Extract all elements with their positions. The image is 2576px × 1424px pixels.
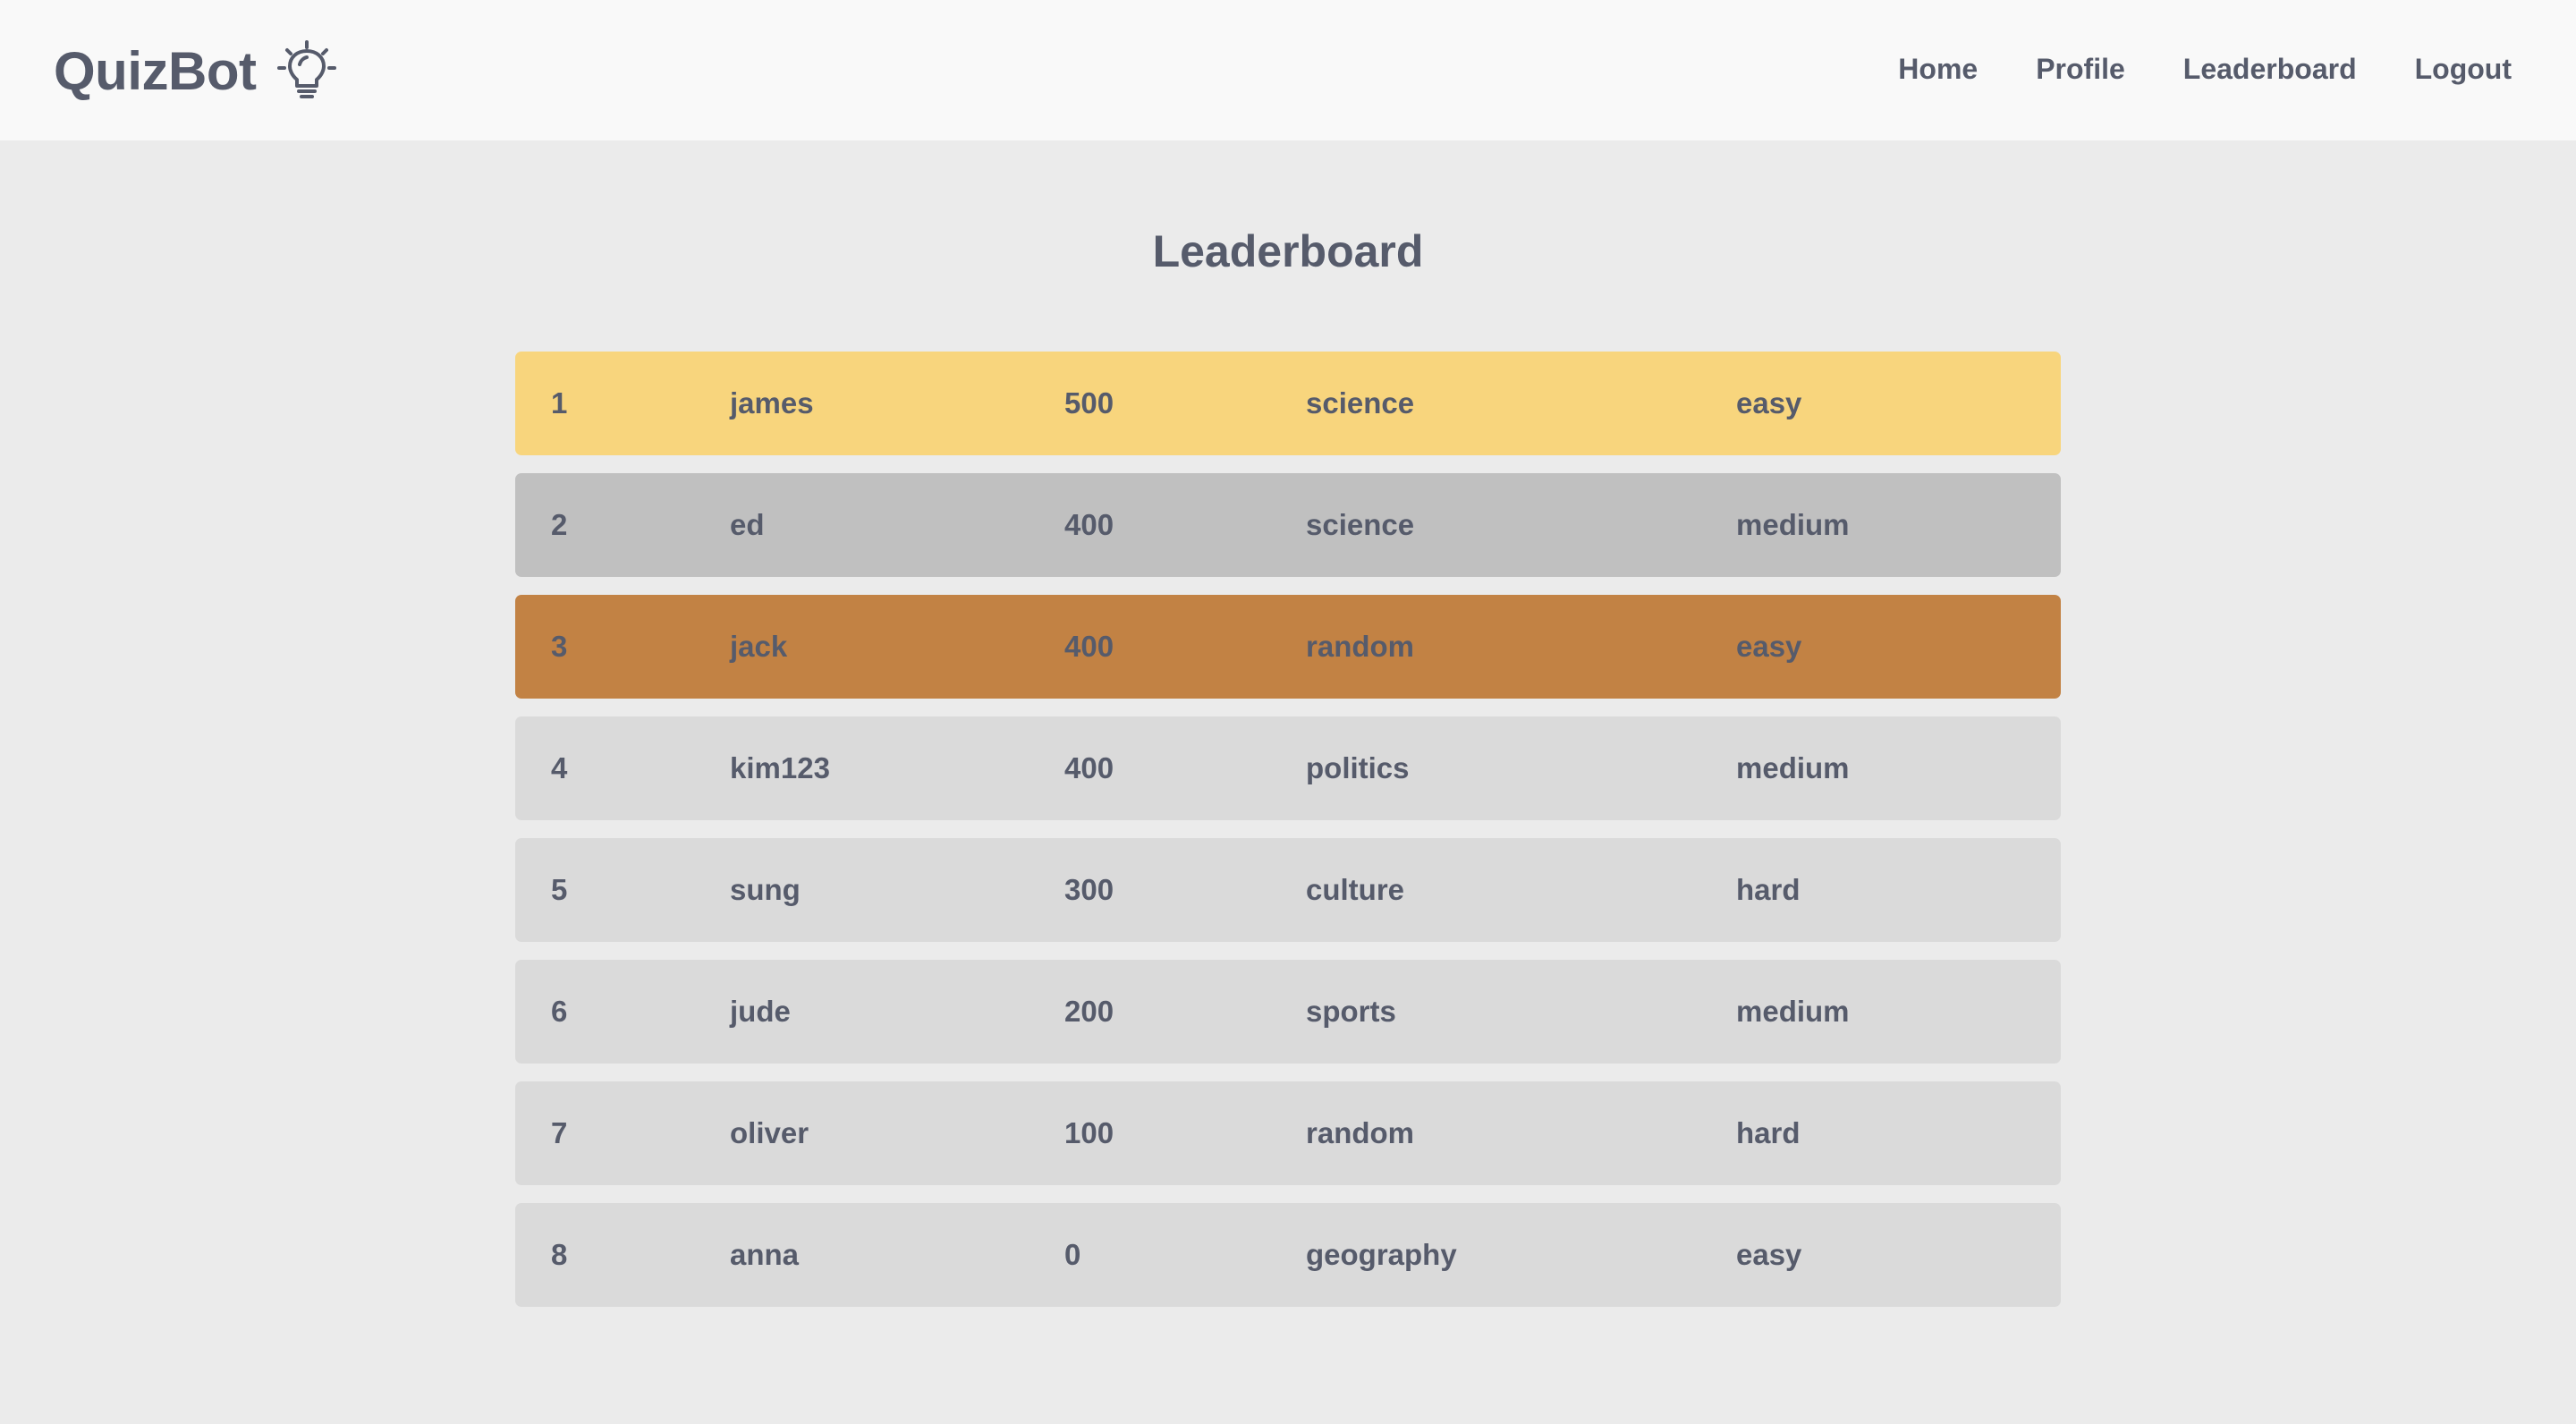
leaderboard-row: 1 james 500 science easy	[515, 352, 2061, 455]
difficulty-cell: easy	[1736, 1238, 1802, 1271]
rank-cell: 4	[551, 751, 568, 784]
leaderboard-row: 8 anna 0 geography easy	[515, 1203, 2061, 1307]
score-cell: 500	[1064, 386, 1114, 420]
difficulty-cell: medium	[1736, 508, 1850, 541]
username-cell: sung	[730, 873, 801, 906]
category-cell: random	[1306, 630, 1415, 663]
rank-cell: 6	[551, 995, 568, 1028]
nav-link-home[interactable]: Home	[1898, 53, 1978, 86]
leaderboard-table: 1 james 500 science easy 2 ed 400 scienc…	[515, 352, 2061, 1325]
category-cell: culture	[1306, 873, 1405, 906]
difficulty-cell: hard	[1736, 1116, 1801, 1149]
username-cell: oliver	[730, 1116, 809, 1149]
page-title: Leaderboard	[1152, 226, 1424, 276]
rank-cell: 5	[551, 873, 568, 906]
rank-cell: 3	[551, 630, 568, 663]
navbar: QuizBot Home Profile Leaderboard Logout	[0, 0, 2576, 140]
category-cell: geography	[1306, 1238, 1457, 1271]
brand-logo[interactable]: QuizBot	[54, 36, 338, 106]
category-cell: random	[1306, 1116, 1415, 1149]
category-cell: sports	[1306, 995, 1396, 1028]
category-cell: science	[1306, 386, 1415, 420]
nav-link-leaderboard[interactable]: Leaderboard	[2183, 53, 2357, 86]
rank-cell: 8	[551, 1238, 568, 1271]
difficulty-cell: hard	[1736, 873, 1801, 906]
score-cell: 400	[1064, 508, 1114, 541]
score-cell: 400	[1064, 751, 1114, 784]
rank-cell: 1	[551, 386, 568, 420]
rank-cell: 2	[551, 508, 568, 541]
username-cell: james	[730, 386, 814, 420]
username-cell: ed	[730, 508, 765, 541]
leaderboard-row: 2 ed 400 science medium	[515, 473, 2061, 577]
leaderboard-row: 4 kim123 400 politics medium	[515, 716, 2061, 820]
nav-links: Home Profile Leaderboard Logout	[1898, 47, 2512, 91]
username-cell: anna	[730, 1238, 800, 1271]
username-cell: kim123	[730, 751, 830, 784]
lightbulb-icon	[275, 39, 338, 102]
score-cell: 400	[1064, 630, 1114, 663]
difficulty-cell: easy	[1736, 386, 1802, 420]
leaderboard-row: 5 sung 300 culture hard	[515, 838, 2061, 942]
leaderboard-row: 6 jude 200 sports medium	[515, 960, 2061, 1064]
score-cell: 200	[1064, 995, 1114, 1028]
username-cell: jack	[730, 630, 788, 663]
score-cell: 300	[1064, 873, 1114, 906]
username-cell: jude	[730, 995, 791, 1028]
difficulty-cell: medium	[1736, 995, 1850, 1028]
nav-link-profile[interactable]: Profile	[2036, 53, 2125, 86]
leaderboard-row: 3 jack 400 random easy	[515, 595, 2061, 699]
score-cell: 100	[1064, 1116, 1114, 1149]
difficulty-cell: medium	[1736, 751, 1850, 784]
rank-cell: 7	[551, 1116, 568, 1149]
category-cell: politics	[1306, 751, 1410, 784]
score-cell: 0	[1064, 1238, 1081, 1271]
brand-name: QuizBot	[54, 40, 257, 101]
category-cell: science	[1306, 508, 1415, 541]
difficulty-cell: easy	[1736, 630, 1802, 663]
leaderboard-row: 7 oliver 100 random hard	[515, 1081, 2061, 1185]
nav-link-logout[interactable]: Logout	[2415, 53, 2512, 86]
